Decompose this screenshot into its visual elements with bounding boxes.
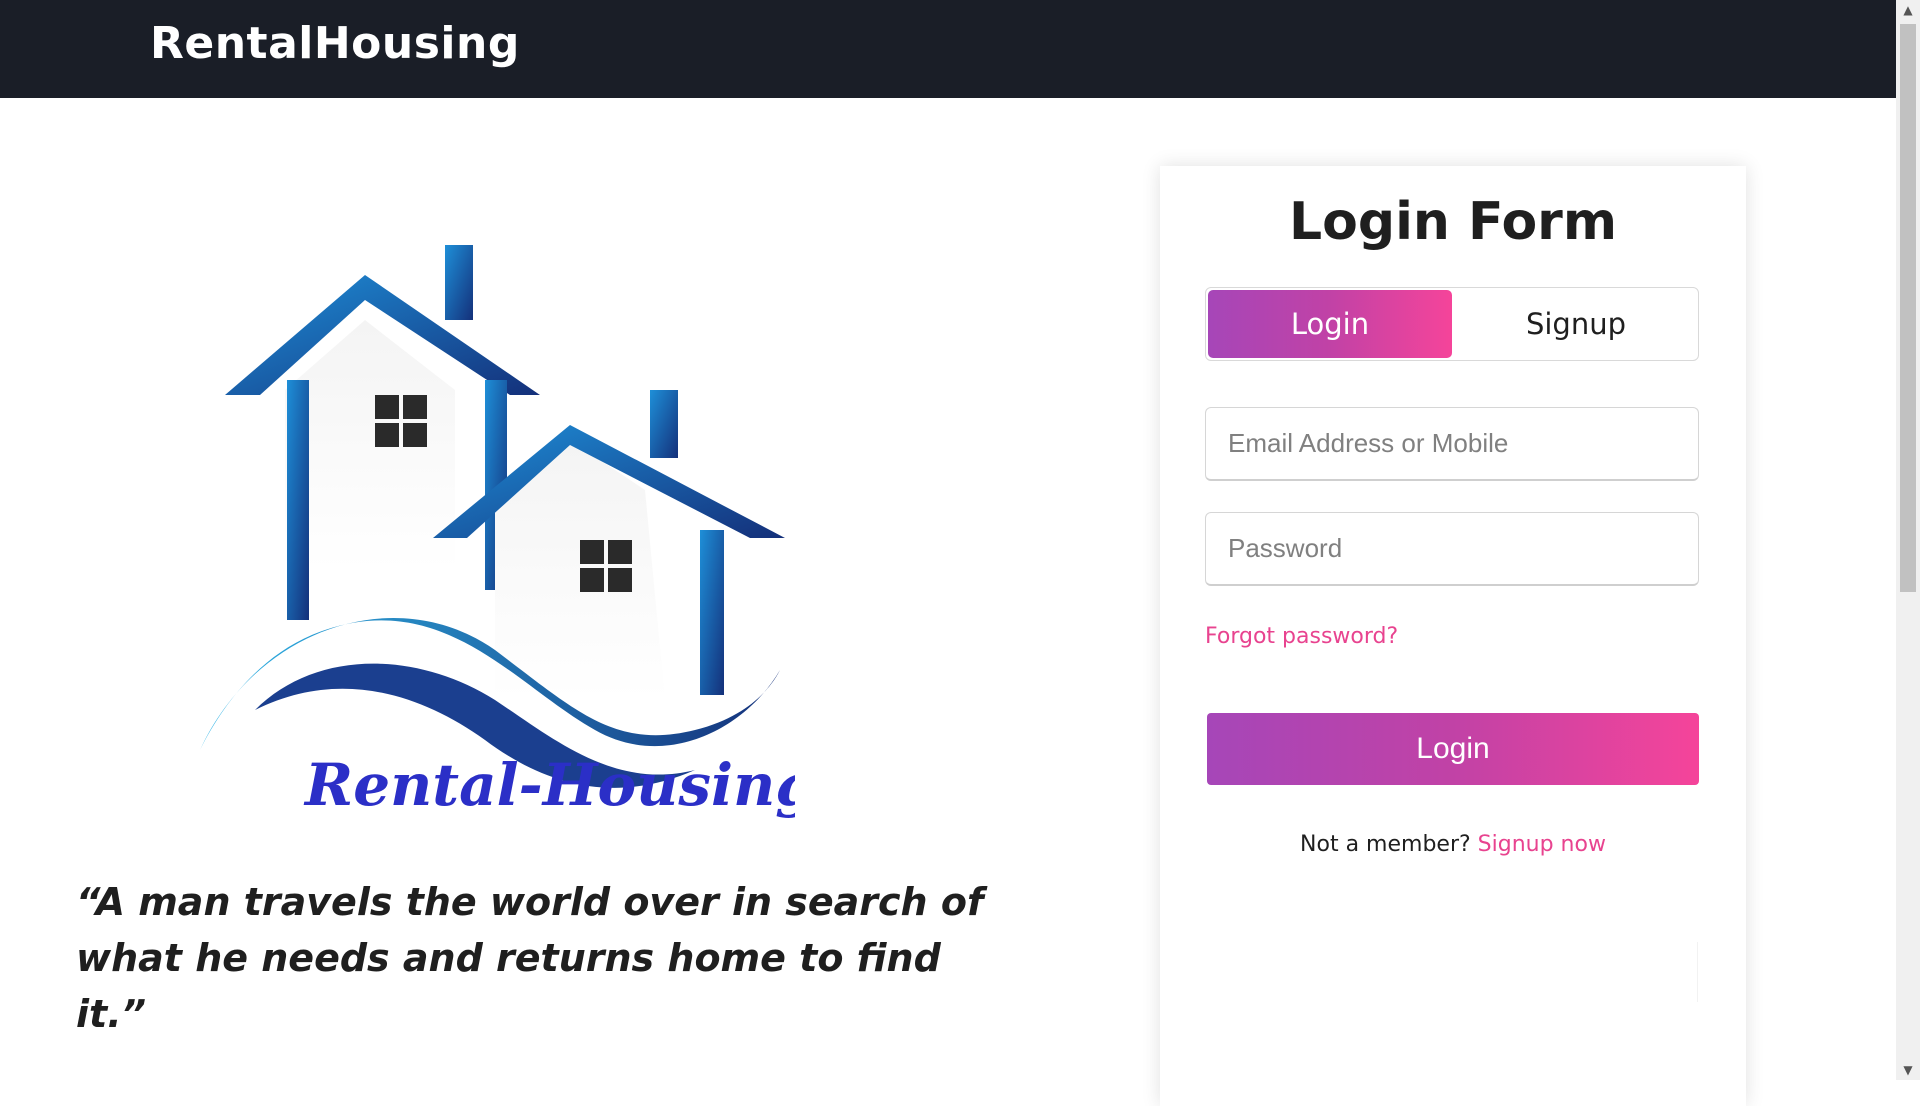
auth-tabs: Login Signup: [1205, 287, 1699, 361]
home-quote: “A man travels the world over in search …: [76, 880, 984, 1036]
signup-prompt-line: Not a member? Signup now: [1160, 832, 1746, 857]
tab-login[interactable]: Login: [1208, 290, 1452, 358]
email-field[interactable]: [1205, 407, 1699, 481]
signup-now-link[interactable]: Signup now: [1478, 832, 1606, 857]
scroll-down-arrow-icon[interactable]: ▼: [1896, 1060, 1920, 1080]
divider: [1697, 942, 1698, 1002]
password-field[interactable]: [1205, 512, 1699, 586]
login-submit-button[interactable]: Login: [1207, 713, 1699, 785]
forgot-password-link[interactable]: Forgot password?: [1205, 624, 1398, 649]
scroll-thumb[interactable]: [1900, 24, 1916, 592]
scroll-up-arrow-icon[interactable]: ▲: [1896, 0, 1920, 20]
brand-title[interactable]: RentalHousing: [150, 18, 520, 69]
logo-caption: Rental-Housing: [303, 751, 795, 819]
houses-logo-icon: Rental-Housing: [200, 245, 816, 819]
rental-housing-logo: Rental-Housing: [195, 230, 816, 830]
tab-signup[interactable]: Signup: [1454, 288, 1698, 360]
vertical-scrollbar[interactable]: ▲ ▼: [1896, 0, 1920, 1080]
login-form-title: Login Form: [1289, 192, 1617, 252]
top-navbar: RentalHousing: [0, 0, 1896, 98]
signup-prompt-text: Not a member?: [1300, 832, 1471, 857]
